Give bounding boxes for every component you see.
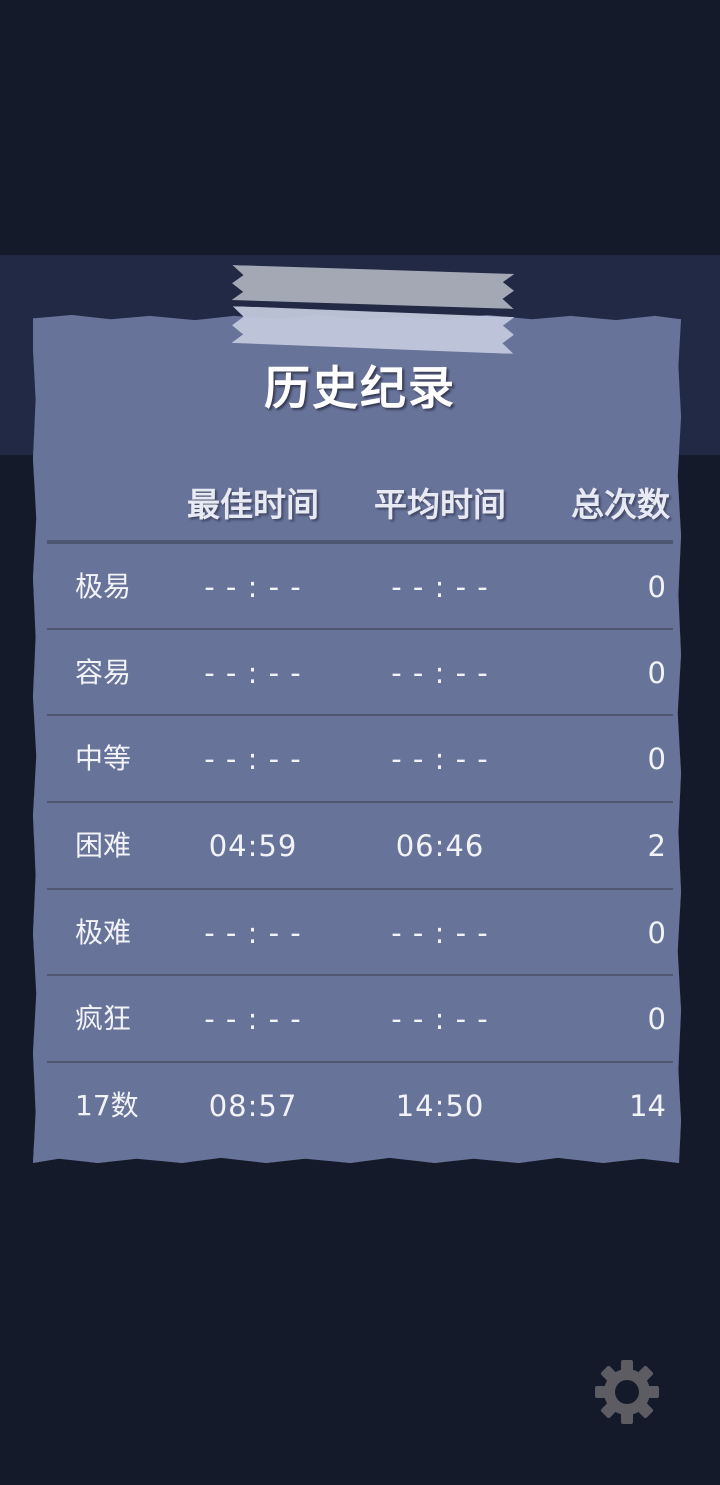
row-count: 0 (647, 742, 666, 776)
settings-button[interactable] (593, 1358, 661, 1426)
row-average-time: - - : - - (391, 1002, 489, 1036)
header-best-time: 最佳时间 (187, 485, 319, 524)
row-average-time: - - : - - (391, 916, 489, 950)
table-row: 困难 04:59 06:46 2 (47, 803, 673, 889)
row-count: 2 (647, 829, 666, 863)
page-title: 历史纪录 (264, 361, 456, 415)
row-best-time: 04:59 (208, 829, 298, 863)
table-row: 容易 - - : - - - - : - - 0 (47, 630, 673, 716)
gear-icon (595, 1360, 659, 1424)
row-count: 0 (647, 656, 666, 690)
header-average-time: 平均时间 (374, 485, 506, 524)
table-row: 中等 - - : - - - - : - - 0 (47, 716, 673, 802)
row-best-time: - - : - - (204, 656, 302, 690)
table-row: 疯狂 - - : - - - - : - - 0 (47, 976, 673, 1062)
row-count: 0 (647, 916, 666, 950)
row-average-time: - - : - - (391, 742, 489, 776)
table-row: 极难 - - : - - - - : - - 0 (47, 890, 673, 976)
row-average-time: 06:46 (395, 829, 485, 863)
row-count: 0 (647, 570, 666, 604)
table-row: 极易 - - : - - - - : - - 0 (47, 544, 673, 630)
row-count: 14 (629, 1089, 666, 1123)
row-best-time: - - : - - (204, 742, 302, 776)
row-average-time: - - : - - (391, 570, 489, 604)
row-average-time: 14:50 (395, 1089, 485, 1123)
row-best-time: - - : - - (204, 1002, 302, 1036)
row-count: 0 (647, 1002, 666, 1036)
table-row: 17数 08:57 14:50 14 (47, 1063, 673, 1149)
header-total-count: 总次数 (571, 485, 670, 524)
row-best-time: - - : - - (204, 570, 302, 604)
row-average-time: - - : - - (391, 656, 489, 690)
row-best-time: - - : - - (204, 916, 302, 950)
row-best-time: 08:57 (208, 1089, 298, 1123)
